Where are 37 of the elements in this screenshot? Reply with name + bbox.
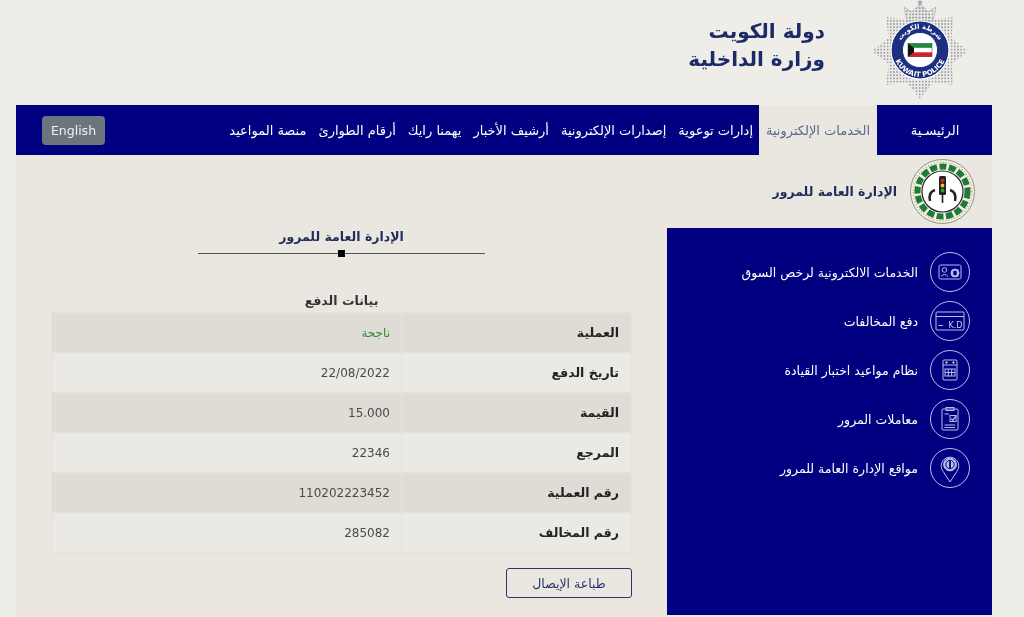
map-pin-icon [930, 448, 970, 488]
table-cell: القيمة [401, 392, 632, 433]
table-cell: 22/08/2022 [51, 352, 402, 393]
site-title: وزارة الداخلية [688, 46, 825, 73]
site-title: دولة الكويت [707, 18, 825, 45]
calendar-icon [930, 350, 970, 390]
table-cell: 285082 [51, 512, 402, 553]
section-heading: الإدارة العامة للمرور [279, 228, 404, 246]
nav-tab[interactable]: يهمنا رايك [401, 105, 468, 155]
sidebar-link[interactable]: نظام مواعيد اختبار القيادة [784, 350, 970, 390]
table-cell: رقم العملية [401, 472, 632, 513]
nav-tab[interactable]: الخدمات الإلكترونية [759, 105, 877, 155]
table-caption: بيانات الدفع [304, 292, 379, 310]
traffic-light-emblem-icon [910, 159, 975, 224]
print-button[interactable]: طباعة الإيصال [506, 568, 632, 598]
table-cell: تاريخ الدفع [401, 352, 632, 393]
nav-tab[interactable]: إصدارات الإلكترونية [554, 105, 673, 155]
table-cell: 110202223452 [51, 472, 402, 513]
nav-tab[interactable]: منصة المواعيد [223, 105, 313, 155]
nav-tab[interactable]: إدارات توعوية [672, 105, 759, 155]
sidebar-link[interactable]: مواقع الإدارة العامة للمرور [779, 448, 970, 488]
table-cell: 15.000 [51, 392, 402, 433]
table-cell: 22346 [51, 432, 402, 473]
language-button[interactable]: English [42, 115, 105, 145]
table-cell: ناجحة [51, 312, 402, 353]
table-cell: المرجع [401, 432, 632, 473]
card-icon: K.D [930, 301, 970, 341]
table-cell: العملية [401, 312, 632, 353]
clipboard-check-icon [930, 399, 970, 439]
nav-tab[interactable]: أرقام الطوارئ [312, 105, 402, 155]
nav-tab[interactable]: الرئيسـية [878, 105, 992, 155]
department-name: الإدارة العامة للمرور [772, 184, 897, 199]
nav-tab[interactable]: أرشيف الأخبار [467, 105, 555, 155]
id-card-icon [930, 252, 970, 292]
sidebar-link[interactable]: الخدمات الالكترونية لرخص السوق [741, 252, 970, 292]
sidebar-link[interactable]: معاملات المرور [838, 399, 970, 439]
table-cell: رقم المخالف [401, 512, 632, 553]
